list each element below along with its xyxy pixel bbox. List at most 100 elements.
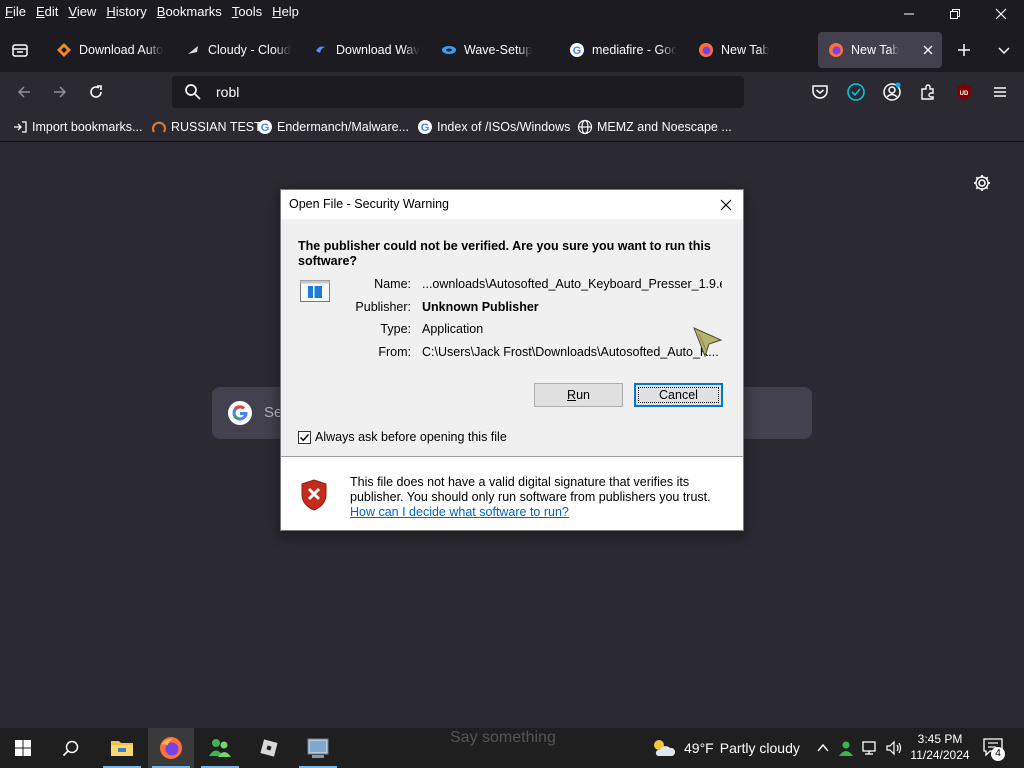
cancel-label: Cancel <box>659 388 698 402</box>
puzzle-icon <box>921 84 934 100</box>
bookmark-russian-test[interactable]: RUSSIAN TEST <box>151 118 262 136</box>
bookmark-endermanch[interactable]: G Endermanch/Malware... <box>257 118 409 136</box>
russian-test-icon <box>151 119 167 135</box>
autosofted-icon <box>56 42 72 58</box>
ublock-button[interactable]: UD <box>952 80 976 104</box>
publisher-label: Publisher: <box>355 300 411 314</box>
close-icon <box>995 8 1007 20</box>
name-label: Name: <box>374 277 411 291</box>
tab-label: Cloudy - Cloud <box>208 43 291 57</box>
extensions-button[interactable] <box>916 80 940 104</box>
tab-mediafire-google[interactable]: G mediafire - Goo <box>569 32 677 68</box>
back-button[interactable] <box>12 80 36 104</box>
taskbar-firefox[interactable] <box>148 728 194 768</box>
bookmark-label: RUSSIAN TEST <box>171 120 262 134</box>
say-something-overlay: Say something <box>450 729 556 746</box>
arrow-right-icon <box>54 86 67 98</box>
new-tab-button[interactable] <box>952 38 976 62</box>
taskbar: Say something 49°F Partly cloudy 3:45 PM… <box>0 728 1024 768</box>
restore-button[interactable] <box>932 0 978 28</box>
close-icon <box>720 199 732 211</box>
type-label: Type: <box>380 322 411 336</box>
reload-button[interactable] <box>84 80 108 104</box>
tab-cloudy[interactable]: Cloudy - Cloud <box>185 32 293 68</box>
volume-button[interactable] <box>884 738 904 758</box>
minimize-button[interactable] <box>886 0 932 28</box>
security-question: The publisher could not be verified. Are… <box>298 239 711 268</box>
weather-widget[interactable]: 49°F Partly cloudy <box>650 734 800 762</box>
bookmarks-toolbar: Import bookmarks... RUSSIAN TEST G Ender… <box>0 112 1024 142</box>
tab-label: mediafire - Goo <box>592 43 677 57</box>
firefox-view-icon <box>12 44 28 57</box>
always-ask-checkbox[interactable] <box>298 430 311 444</box>
checkmark-icon <box>299 433 310 441</box>
check-circle-icon <box>847 83 865 101</box>
taskbar-search-button[interactable] <box>48 728 94 768</box>
menu-file[interactable]: File <box>0 3 31 21</box>
notification-center-button[interactable]: 4 <box>982 737 1006 761</box>
app-menu-button[interactable] <box>988 80 1012 104</box>
close-tab-button[interactable] <box>920 42 936 58</box>
tab-label: Wave-Setup <box>464 43 533 57</box>
cancel-button[interactable]: Cancel <box>634 383 723 407</box>
chevron-down-icon <box>998 47 1010 55</box>
tab-download-auto[interactable]: Download Auto <box>56 32 164 68</box>
menu-tools[interactable]: Tools <box>227 3 267 21</box>
restore-icon <box>950 9 960 19</box>
sync-check-button[interactable] <box>844 80 868 104</box>
menu-edit[interactable]: Edit <box>31 3 63 21</box>
always-ask-label[interactable]: Always ask before opening this file <box>315 430 507 444</box>
firefox-view-button[interactable] <box>8 38 32 62</box>
bookmark-label: Import bookmarks... <box>32 120 143 134</box>
taskbar-people-app[interactable] <box>197 728 243 768</box>
bookmark-index-isos[interactable]: G Index of /ISOs/Windows <box>417 118 570 136</box>
account-icon <box>883 82 901 101</box>
weather-description: Partly cloudy <box>719 740 800 756</box>
bookmark-label: MEMZ and Noescape ... <box>597 120 732 134</box>
from-value: C:\Users\Jack Frost\Downloads\Autosofted… <box>422 345 719 359</box>
hamburger-menu-icon <box>994 87 1006 97</box>
forward-button[interactable] <box>48 80 72 104</box>
svg-text:UD: UD <box>960 91 969 97</box>
speaker-icon <box>886 740 902 756</box>
always-ask-row: Always ask before opening this file <box>298 430 507 444</box>
menu-help[interactable]: Help <box>267 3 304 21</box>
bookmark-import[interactable]: Import bookmarks... <box>12 118 142 136</box>
globe-icon <box>577 119 593 135</box>
list-all-tabs-button[interactable] <box>992 38 1016 62</box>
network-button[interactable] <box>860 738 880 758</box>
account-button[interactable] <box>880 80 904 104</box>
pocket-button[interactable] <box>808 80 832 104</box>
cloudy-icon <box>185 42 201 58</box>
tray-people-icon-button[interactable] <box>836 738 856 758</box>
show-hidden-icons-button[interactable] <box>813 738 833 758</box>
menu-view[interactable]: View <box>63 3 101 21</box>
gear-icon[interactable] <box>972 173 992 193</box>
notification-count-badge: 4 <box>991 747 1005 761</box>
taskbar-roblox[interactable] <box>246 728 292 768</box>
shield-error-icon <box>301 479 327 511</box>
bookmark-memz[interactable]: MEMZ and Noescape ... <box>577 118 732 136</box>
menu-bookmarks[interactable]: Bookmarks <box>152 3 227 21</box>
run-button[interactable]: Run <box>534 383 623 407</box>
folder-icon <box>111 741 133 756</box>
taskbar-setup-app[interactable] <box>295 728 341 768</box>
tab-label: Download Wav <box>336 43 420 57</box>
url-input[interactable] <box>216 82 716 102</box>
menu-history[interactable]: History <box>101 3 151 21</box>
search-icon <box>62 740 79 757</box>
reload-icon <box>90 85 102 98</box>
tab-label: New Tab <box>721 43 770 57</box>
help-link[interactable]: How can I decide what software to run? <box>350 505 569 519</box>
tab-wave-setup[interactable]: Wave-Setup <box>441 32 549 68</box>
clock[interactable]: 3:45 PM 11/24/2024 <box>906 731 974 763</box>
tab-strip: Download Auto Cloudy - Cloud Download Wa… <box>0 28 1024 72</box>
tab-new-tab-active[interactable]: New Tab <box>818 32 942 68</box>
close-window-button[interactable] <box>978 0 1024 28</box>
start-button[interactable] <box>0 728 46 768</box>
chevron-up-icon <box>817 743 829 752</box>
tab-download-wave[interactable]: Download Wav <box>313 32 421 68</box>
tab-new-tab[interactable]: New Tab <box>698 32 806 68</box>
dialog-close-button[interactable] <box>715 194 737 216</box>
taskbar-file-explorer[interactable] <box>99 728 145 768</box>
